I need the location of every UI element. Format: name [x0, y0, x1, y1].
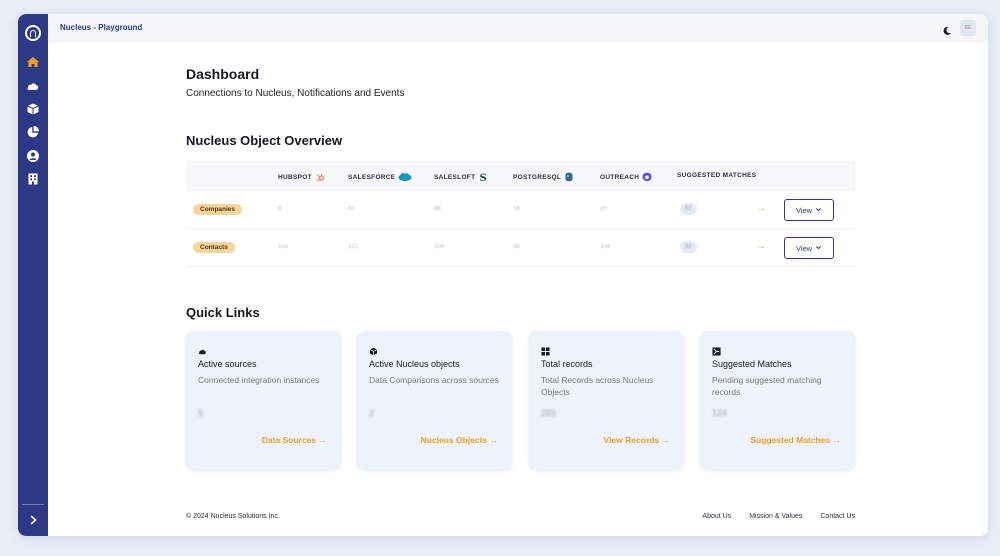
match-count-badge: 92: [680, 241, 697, 253]
view-button-label: View: [795, 205, 813, 215]
card-description: Connected integration instances: [198, 375, 320, 385]
box-icon[interactable]: [26, 102, 40, 116]
arrow-right-icon[interactable]: →: [756, 203, 766, 214]
nucleus-objects-link[interactable]: Nucleus Objects →: [421, 435, 498, 445]
footer-links: About Us Mission & Values Contact Us: [702, 513, 855, 520]
suggested-matches-link[interactable]: Suggested Matches →: [750, 435, 841, 445]
column-hubspot: HUBSPOT: [278, 172, 325, 182]
nucleus-logo-icon[interactable]: [25, 25, 41, 41]
card-total-records: Total records Total Records across Nucle…: [529, 331, 684, 470]
copyright: © 2024 Nucleus Solutions Inc.: [186, 513, 280, 520]
chevron-down-icon: [815, 206, 822, 215]
table-cell: 104: [600, 244, 611, 250]
match-icon: [712, 343, 721, 356]
card-title: Active sources: [198, 359, 257, 369]
page-title: Dashboard: [186, 66, 260, 82]
card-active-sources: Active sources Connected integration ins…: [186, 331, 341, 470]
card-title: Active Nucleus objects: [369, 359, 460, 369]
table-cell: 36: [513, 244, 520, 250]
table-row: Contacts 153 121 104 36 104 92 → View: [186, 229, 855, 267]
outreach-icon: [642, 172, 652, 182]
column-outreach: OUTREACH: [600, 172, 652, 182]
app-window: Nucleus - Playground RE Dashboard Connec…: [18, 14, 988, 536]
row-label-pill: Companies: [193, 204, 243, 215]
data-sources-link[interactable]: Data Sources →: [262, 435, 327, 445]
sidebar: [18, 14, 48, 536]
table-row: Companies 8 97 86 16 20 92 → View: [186, 191, 855, 229]
card-description: Total Records across Nucleus Objects: [541, 375, 654, 397]
card-value: 124: [712, 408, 728, 418]
moon-icon[interactable]: [942, 23, 952, 35]
box-icon: [369, 343, 378, 356]
chevron-down-icon: [815, 244, 822, 253]
card-active-nucleus-objects: Active Nucleus objects Data Comparisons …: [357, 331, 512, 470]
page-subtitle: Connections to Nucleus, Notifications an…: [186, 88, 405, 99]
salesforce-icon: [398, 172, 412, 182]
column-salesloft: SALESLOFT S: [434, 172, 488, 184]
table-cell: 86: [434, 206, 441, 212]
table-cell: 16: [513, 206, 520, 212]
view-button[interactable]: View: [784, 237, 834, 259]
card-value: 265: [541, 408, 557, 418]
card-title: Suggested Matches: [712, 359, 792, 369]
table-cell: 104: [434, 244, 445, 250]
cloud-icon: [198, 343, 207, 355]
postgresql-icon: [564, 172, 574, 182]
app-title: Nucleus - Playground: [60, 23, 143, 32]
contact-us-link[interactable]: Contact Us: [820, 513, 855, 520]
table-cell: 97: [348, 206, 355, 212]
sidebar-divider: [22, 504, 44, 505]
view-button[interactable]: View: [784, 199, 834, 221]
table-cell: 8: [278, 206, 282, 212]
overview-table: HUBSPOT SALESFORCE SALESLOFT S POSTGRESQ…: [186, 161, 855, 267]
row-label-pill: Contacts: [193, 242, 235, 253]
chevron-right-icon[interactable]: [26, 513, 40, 527]
avatar[interactable]: RE: [960, 20, 976, 36]
building-icon[interactable]: [26, 172, 40, 186]
salesloft-icon: S: [478, 172, 488, 184]
overview-title: Nucleus Object Overview: [186, 133, 343, 148]
card-description: Pending suggested matching records: [712, 375, 822, 397]
card-value: 5: [198, 408, 204, 418]
top-bar: Nucleus - Playground RE: [48, 14, 988, 42]
column-suggested-matches: SUGGESTED MATCHES: [677, 172, 757, 179]
arrow-right-icon[interactable]: →: [756, 241, 766, 252]
quick-links-title: Quick Links: [186, 305, 260, 320]
cloud-icon[interactable]: [26, 79, 40, 93]
card-description: Data Comparisons across sources: [369, 375, 499, 385]
about-us-link[interactable]: About Us: [702, 513, 731, 520]
card-suggested-matches: Suggested Matches Pending suggested matc…: [700, 331, 855, 470]
table-cell: 121: [348, 244, 359, 250]
match-count-badge: 92: [680, 203, 697, 215]
column-salesforce: SALESFORCE: [348, 172, 412, 182]
svg-text:S: S: [480, 173, 488, 182]
mission-values-link[interactable]: Mission & Values: [749, 513, 802, 520]
column-postgresql: POSTGRESQL: [513, 172, 574, 182]
home-icon[interactable]: [26, 55, 40, 69]
pie-chart-icon[interactable]: [26, 125, 40, 139]
quick-links-cards: Active sources Connected integration ins…: [186, 331, 855, 471]
user-icon[interactable]: [26, 149, 40, 163]
card-value: 2: [369, 408, 375, 418]
grid-icon: [541, 343, 550, 356]
view-records-link[interactable]: View Records →: [604, 435, 670, 445]
hubspot-icon: [315, 172, 325, 182]
view-button-label: View: [795, 243, 813, 253]
card-title: Total records: [541, 359, 593, 369]
table-header: HUBSPOT SALESFORCE SALESLOFT S POSTGRESQ…: [186, 161, 855, 191]
table-cell: 153: [278, 244, 289, 250]
table-cell: 20: [600, 206, 607, 212]
main-content: Dashboard Connections to Nucleus, Notifi…: [186, 66, 855, 470]
